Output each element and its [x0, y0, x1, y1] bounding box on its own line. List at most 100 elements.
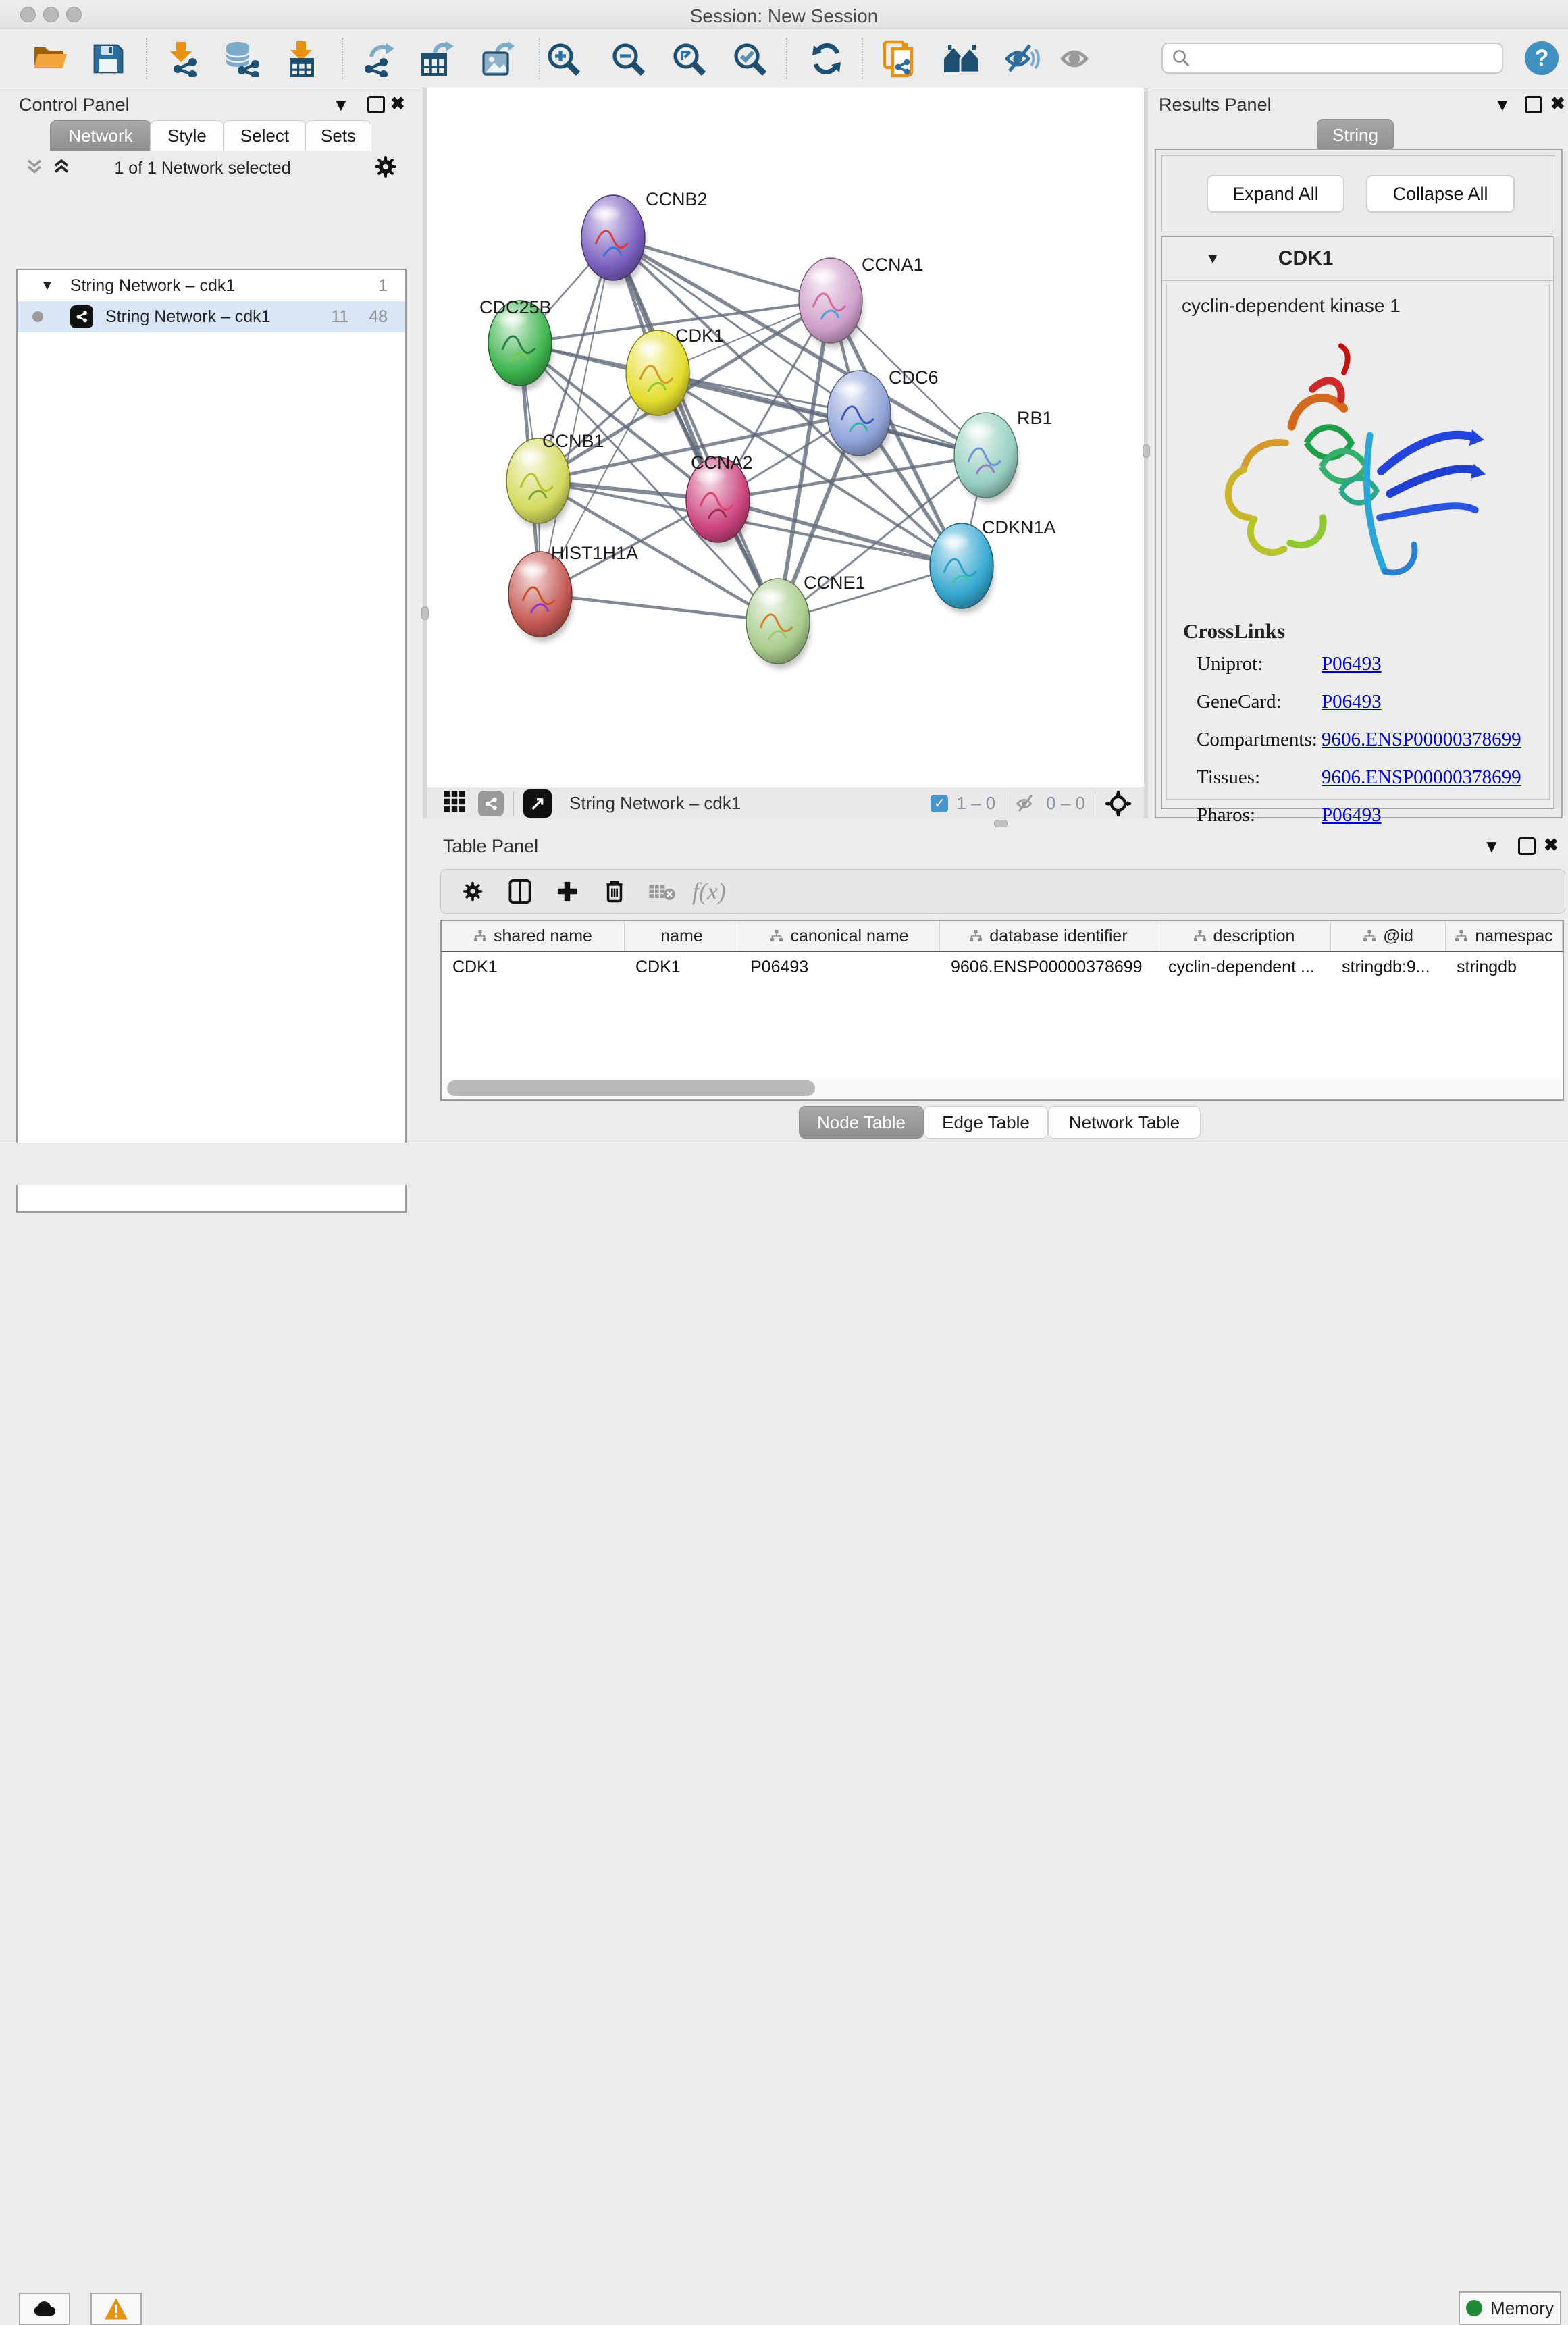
network-edge[interactable] — [540, 238, 613, 594]
expand-all-button[interactable]: Expand All — [1207, 175, 1344, 213]
network-node-ccna1[interactable]: CCNA1 — [799, 255, 924, 348]
table-cell[interactable]: stringdb — [1446, 952, 1563, 982]
network-node-ccnb2[interactable]: CCNB2 — [581, 189, 708, 285]
column-header-namespac[interactable]: namespac — [1446, 921, 1563, 951]
crosslink-link[interactable]: P06493 — [1322, 653, 1382, 675]
zoom-selected-button[interactable] — [731, 40, 768, 78]
network-node-ccne1[interactable]: CCNE1 — [746, 573, 866, 669]
node-label: CCNB2 — [646, 189, 708, 209]
duplicate-network-button[interactable] — [881, 40, 918, 78]
entry-expander-icon[interactable]: ▼ — [1205, 250, 1220, 267]
crosslink-link[interactable]: 9606.ENSP00000378699 — [1322, 766, 1521, 789]
table-cell[interactable]: CDK1 — [625, 952, 739, 982]
selected-count-checkbox-icon[interactable]: ✓ — [931, 795, 948, 812]
network-node-ccnb1[interactable]: CCNB1 — [506, 431, 604, 528]
open-in-window-icon[interactable]: ↗ — [523, 789, 552, 818]
network-options-gear-icon[interactable] — [373, 154, 398, 183]
delete-column-icon[interactable] — [591, 879, 638, 904]
column-header-database-identifier[interactable]: database identifier — [940, 921, 1157, 951]
apply-layout-button[interactable] — [808, 40, 845, 78]
node-entry-header[interactable]: ▼ CDK1 — [1162, 237, 1554, 281]
zoom-in-button[interactable] — [544, 40, 582, 78]
hide-selected-button[interactable] — [1003, 40, 1041, 78]
collapse-all-button[interactable]: Collapse All — [1366, 175, 1515, 213]
function-builder-icon[interactable]: f(x) — [685, 877, 733, 906]
left-splitter-handle[interactable] — [421, 606, 429, 620]
column-header--id[interactable]: @id — [1331, 921, 1446, 951]
crosslink-link[interactable]: P06493 — [1322, 804, 1382, 827]
table-row[interactable]: CDK1CDK1P064939606.ENSP00000378699cyclin… — [442, 952, 1563, 982]
export-image-button[interactable] — [478, 40, 516, 78]
collection-expander-icon[interactable]: ▼ — [41, 278, 54, 294]
export-network-button[interactable] — [359, 40, 397, 78]
open-file-button[interactable] — [31, 40, 69, 78]
network-row[interactable]: String Network – cdk1 11 48 — [18, 301, 405, 332]
tab-sets[interactable]: Sets — [305, 120, 371, 151]
network-node-rb1[interactable]: RB1 — [954, 408, 1053, 502]
birds-eye-view-icon[interactable] — [1105, 790, 1132, 817]
network-node-hist1h1a[interactable]: HIST1H1A — [508, 543, 638, 642]
table-cell[interactable]: 9606.ENSP00000378699 — [940, 952, 1157, 982]
tab-edge-table[interactable]: Edge Table — [924, 1106, 1048, 1139]
panel-float-icon[interactable] — [1525, 96, 1542, 113]
tab-node-table[interactable]: Node Table — [799, 1106, 924, 1139]
tab-network[interactable]: Network — [50, 120, 151, 151]
zoom-out-button[interactable] — [609, 40, 647, 78]
add-column-icon[interactable] — [544, 880, 591, 903]
save-session-button[interactable] — [89, 40, 127, 78]
show-column-selector-icon[interactable] — [496, 879, 544, 904]
tab-style[interactable]: Style — [150, 120, 224, 151]
warnings-button[interactable] — [90, 2293, 142, 2325]
results-scrollbar[interactable] — [1553, 236, 1561, 808]
network-collection-row[interactable]: ▼ String Network – cdk1 1 — [18, 270, 405, 301]
panel-menu-icon[interactable]: ▼ — [1483, 836, 1500, 857]
crosslink-link[interactable]: 9606.ENSP00000378699 — [1322, 729, 1521, 751]
show-all-button[interactable] — [1057, 40, 1095, 78]
grid-view-icon[interactable] — [443, 790, 466, 816]
network-edge[interactable] — [540, 594, 778, 621]
first-neighbors-button[interactable] — [943, 40, 981, 78]
search-field[interactable] — [1161, 43, 1503, 74]
bottom-splitter-handle[interactable] — [994, 820, 1008, 827]
search-input[interactable] — [1191, 48, 1491, 68]
network-node-cdc6[interactable]: CDC6 — [827, 367, 939, 461]
string-network-graph[interactable]: CCNB2CCNA1CDC25BCDK1CDC6RB1CCNB1CCNA2CDK… — [427, 88, 1144, 787]
table-hscrollbar-thumb[interactable] — [447, 1080, 815, 1096]
panel-close-icon[interactable]: ✖ — [390, 93, 405, 114]
table-cell[interactable]: stringdb:9... — [1331, 952, 1446, 982]
network-node-cdc25b[interactable]: CDC25B — [479, 297, 552, 390]
delete-table-icon[interactable] — [638, 881, 685, 902]
table-cell[interactable]: cyclin-dependent ... — [1157, 952, 1331, 982]
panel-menu-icon[interactable]: ▼ — [332, 95, 350, 115]
cloud-status-button[interactable] — [19, 2293, 70, 2325]
network-edge[interactable] — [613, 238, 778, 621]
tab-network-table[interactable]: Network Table — [1048, 1106, 1201, 1139]
tab-string[interactable]: String — [1317, 119, 1394, 151]
network-share-icon[interactable] — [478, 791, 504, 816]
panel-menu-icon[interactable]: ▼ — [1494, 95, 1511, 115]
column-header-name[interactable]: name — [625, 921, 739, 951]
panel-float-icon[interactable] — [1518, 837, 1536, 855]
help-button[interactable]: ? — [1525, 41, 1559, 75]
export-table-button[interactable] — [417, 40, 455, 78]
import-table-button[interactable] — [282, 40, 320, 78]
right-splitter-handle[interactable] — [1143, 444, 1150, 458]
panel-close-icon[interactable]: ✖ — [1550, 93, 1565, 114]
left-splitter[interactable] — [423, 88, 427, 818]
zoom-fit-button[interactable] — [670, 40, 708, 78]
panel-close-icon[interactable]: ✖ — [1544, 835, 1559, 856]
crosslink-link[interactable]: P06493 — [1322, 691, 1382, 713]
tab-select[interactable]: Select — [223, 120, 307, 151]
column-header-shared-name[interactable]: shared name — [442, 921, 625, 951]
table-cell[interactable]: P06493 — [739, 952, 940, 982]
network-node-cdkn1a[interactable]: CDKN1A — [930, 517, 1056, 613]
memory-button[interactable]: Memory — [1459, 2291, 1561, 2325]
import-network-file-button[interactable] — [163, 40, 201, 78]
import-network-database-button[interactable] — [223, 40, 261, 78]
panel-float-icon[interactable] — [367, 96, 385, 113]
network-canvas[interactable]: CCNB2CCNA1CDC25BCDK1CDC6RB1CCNB1CCNA2CDK… — [427, 88, 1144, 787]
table-settings-gear-icon[interactable] — [449, 880, 496, 903]
column-header-canonical-name[interactable]: canonical name — [739, 921, 940, 951]
column-header-description[interactable]: description — [1157, 921, 1331, 951]
table-cell[interactable]: CDK1 — [442, 952, 625, 982]
